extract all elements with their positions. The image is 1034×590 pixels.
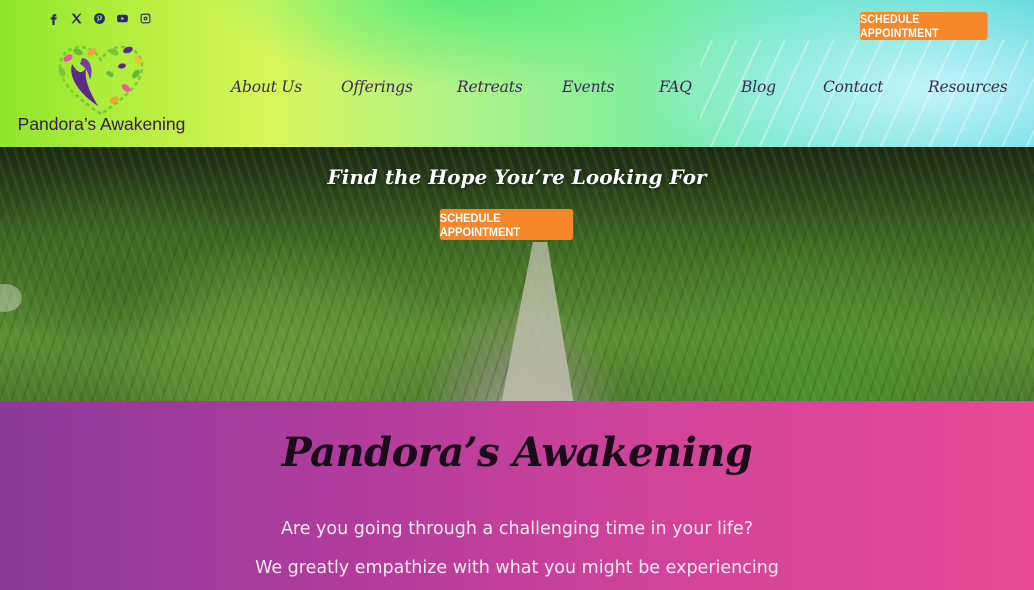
nav-blog[interactable]: Blog xyxy=(741,78,776,96)
intro-title: Pandora’s Awakening xyxy=(281,429,753,476)
nav-offerings[interactable]: Offerings xyxy=(341,78,413,96)
hero-title: Find the Hope You’re Looking For xyxy=(327,165,707,189)
schedule-appointment-button[interactable]: SCHEDULE APPOINTMENT xyxy=(860,12,988,40)
main-navigation: About Us Offerings Retreats Events FAQ B… xyxy=(0,78,1034,104)
social-links xyxy=(46,11,152,25)
logo-text: Pandora’s Awakening xyxy=(17,114,186,134)
nav-faq[interactable]: FAQ xyxy=(659,78,692,96)
intro-line-2: We greatly empathize with what you might… xyxy=(255,558,779,578)
nav-about-us[interactable]: About Us xyxy=(231,78,302,96)
youtube-icon[interactable] xyxy=(115,11,129,25)
intro-section: Pandora’s Awakening Are you going throug… xyxy=(0,401,1034,590)
intro-line-1: Are you going through a challenging time… xyxy=(280,519,754,539)
site-header: SCHEDULE APPOINTMENT Pandora’s Awakening… xyxy=(0,0,1034,147)
nav-events[interactable]: Events xyxy=(562,78,614,96)
pinterest-icon[interactable] xyxy=(92,11,106,25)
nav-contact[interactable]: Contact xyxy=(823,78,883,96)
instagram-icon[interactable] xyxy=(138,11,152,25)
nav-resources[interactable]: Resources xyxy=(928,78,1008,96)
nav-retreats[interactable]: Retreats xyxy=(457,78,523,96)
hero-schedule-appointment-button[interactable]: SCHEDULE APPOINTMENT xyxy=(439,209,574,240)
facebook-icon[interactable] xyxy=(46,11,60,25)
x-twitter-icon[interactable] xyxy=(69,11,83,25)
hero-banner: Find the Hope You’re Looking For SCHEDUL… xyxy=(0,147,1034,401)
